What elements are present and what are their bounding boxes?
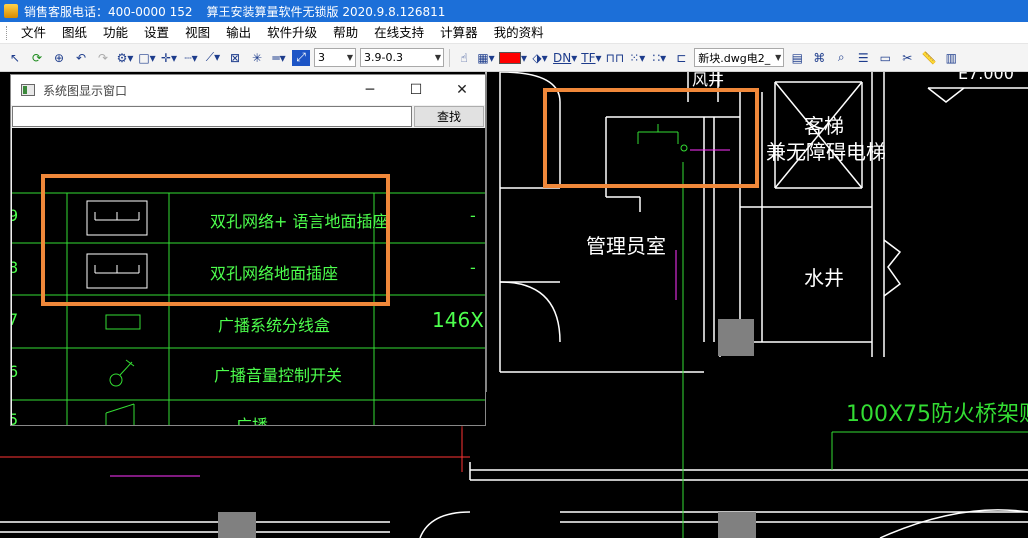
water-well-label: 水井 — [804, 266, 844, 290]
grid-dots-icon[interactable]: ⁙▾ — [628, 48, 646, 68]
linetype-icon[interactable]: ┈▾ — [182, 48, 200, 68]
highlight-legend-rows — [41, 174, 390, 306]
undo-icon[interactable]: ↶ — [72, 48, 90, 68]
elevation-label: E7.000 — [958, 72, 1014, 83]
cursor-icon[interactable]: ↖ — [6, 48, 24, 68]
tf-label: TF — [581, 50, 596, 65]
menu-function[interactable]: 功能 — [95, 22, 136, 44]
menu-view[interactable]: 视图 — [177, 22, 218, 44]
menu-upgrade[interactable]: 软件升级 — [259, 22, 325, 44]
search-row: 查找 — [11, 105, 485, 127]
menu-output[interactable]: 输出 — [218, 22, 259, 44]
row-7-desc: 广播系统分线盒 — [218, 316, 331, 335]
elevator-label-1: 客梯 — [804, 114, 844, 138]
menu-drawing[interactable]: 图纸 — [54, 22, 95, 44]
row-9-num: 9 — [12, 206, 19, 225]
lineweight-select[interactable]: 3 ▼ — [314, 48, 356, 67]
window-titlebar[interactable]: 系统图显示窗口 ─ ☐ ✕ — [11, 75, 485, 105]
menu-bar: 文件 图纸 功能 设置 视图 输出 软件升级 帮助 在线支持 计算器 我的资料 — [0, 22, 1028, 44]
menu-file[interactable]: 文件 — [13, 22, 54, 44]
app-title: 算王安装算量软件无锁版 2020.9.8.126811 — [206, 4, 446, 19]
dn-label: DN — [553, 50, 572, 65]
block-icon[interactable]: ⊏ — [672, 48, 690, 68]
refresh-icon[interactable]: ⟳ — [28, 48, 46, 68]
row-8-num: 8 — [12, 258, 19, 277]
window-title: 系统图显示窗口 — [43, 83, 128, 98]
toolbar-separator — [449, 48, 450, 67]
row-9-dash: - — [470, 206, 476, 225]
menu-online-support[interactable]: 在线支持 — [366, 22, 432, 44]
tf-button[interactable]: TF ▾ — [581, 48, 601, 68]
toolbar: ↖ ⟳ ⊕ ↶ ↷ ⚙▾ □▾ ✛▾ ┈▾ ⟋▾ ⊠ ✳ ═▾ ⤢ 3 ▼ 3.9… — [0, 44, 1028, 72]
minimize-button[interactable]: ─ — [347, 75, 393, 105]
zoom-extents-icon[interactable]: ⊕ — [50, 48, 68, 68]
tools-icon[interactable]: ✂ — [898, 48, 916, 68]
app-logo-icon — [4, 4, 18, 18]
window-app-icon — [21, 84, 35, 96]
row-5-num: 5 — [12, 410, 19, 425]
ortho-icon[interactable]: ✳ — [248, 48, 266, 68]
sales-phone: 销售客服电话：400-0000 152 — [24, 4, 193, 19]
color-picker[interactable]: ▾ — [499, 48, 527, 68]
gear-icon[interactable]: ⚙▾ — [116, 48, 134, 68]
row-7-num: 7 — [12, 310, 19, 329]
row-6-num: 6 — [12, 362, 19, 381]
maximize-button[interactable]: ☐ — [393, 75, 439, 105]
file-tab-value: 新块.dwg电2_ — [698, 51, 771, 65]
row-5-desc: 广播 — [236, 412, 268, 425]
search-input[interactable] — [12, 105, 412, 127]
list-icon[interactable]: ☰ — [854, 48, 872, 68]
menu-calculator[interactable]: 计算器 — [432, 22, 486, 44]
lineweight-icon[interactable]: ⤢ — [292, 49, 310, 66]
polyline-icon[interactable]: ⟋▾ — [204, 48, 222, 68]
line-style-icon[interactable]: ═▾ — [270, 48, 288, 68]
layer-icon[interactable]: ⬗▾ — [531, 48, 549, 68]
highlight-socket-area — [543, 88, 759, 188]
ruler-icon[interactable]: 📏 — [920, 48, 938, 68]
menu-help[interactable]: 帮助 — [325, 22, 366, 44]
color-swatch — [499, 51, 521, 64]
redo-icon[interactable]: ↷ — [94, 48, 112, 68]
rectangle-icon[interactable]: □▾ — [138, 48, 156, 68]
dots-icon[interactable]: ∷▾ — [650, 48, 668, 68]
bridge-label: 100X75防火桥架贴梁 — [846, 402, 1028, 427]
scale-select[interactable]: 3.9-0.3 ▼ — [360, 48, 444, 67]
hand-icon[interactable]: ☝ — [455, 48, 473, 68]
menu-grip — [6, 25, 9, 40]
cad-icon[interactable]: ▦▾ — [477, 48, 495, 68]
file-tab-select[interactable]: 新块.dwg电2_ ▼ — [694, 48, 785, 67]
menu-settings[interactable]: 设置 — [136, 22, 177, 44]
hatch-icon[interactable]: ▤ — [788, 48, 806, 68]
manager-room-label: 管理员室 — [586, 234, 666, 258]
document-icon[interactable]: ▭ — [876, 48, 894, 68]
binoculars-icon[interactable]: ⌘ — [810, 48, 828, 68]
search-button[interactable]: 查找 — [414, 105, 484, 127]
table-icon[interactable]: ▥ — [942, 48, 960, 68]
scale-value: 3.9-0.3 — [364, 51, 403, 64]
row-6-desc: 广播音量控制开关 — [214, 366, 343, 385]
lineweight-value: 3 — [318, 51, 325, 64]
snap-icon[interactable]: ⊠ — [226, 48, 244, 68]
close-button[interactable]: ✕ — [439, 75, 485, 105]
crosshair-icon[interactable]: ✛▾ — [160, 48, 178, 68]
dn-button[interactable]: DN ▾ — [553, 48, 577, 68]
menu-my-profile[interactable]: 我的资料 — [486, 22, 552, 44]
row-8-dash: - — [470, 258, 476, 277]
row-7-spec: 146X — [432, 308, 484, 332]
title-bar: 销售客服电话：400-0000 152 算王安装算量软件无锁版 2020.9.8… — [0, 0, 1028, 22]
elevator-label-2: 兼无障碍电梯 — [766, 140, 886, 164]
search-icon[interactable]: ⌕ — [832, 48, 850, 68]
pipe-icon[interactable]: ⊓⊓ — [606, 48, 625, 68]
